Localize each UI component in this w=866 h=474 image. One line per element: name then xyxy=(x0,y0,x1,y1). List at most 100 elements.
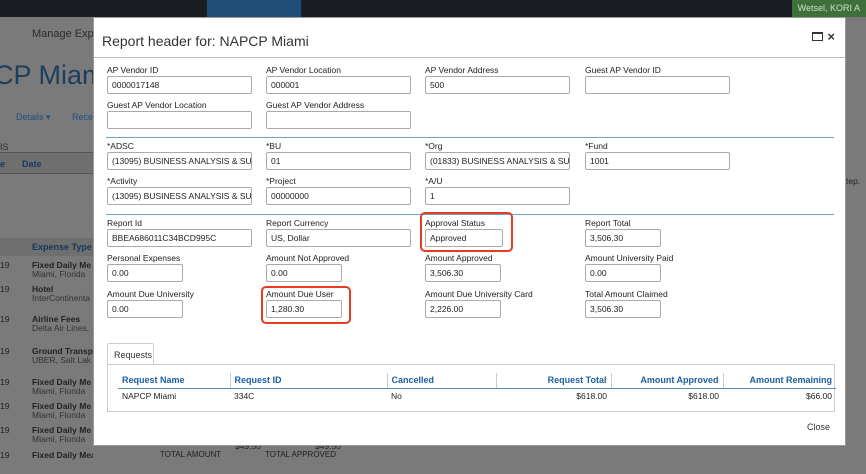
col-request-total[interactable]: Request Total xyxy=(496,373,612,389)
ap-vendor-location-input[interactable]: 000001 xyxy=(266,76,411,94)
cell-request-total: $618.00 xyxy=(576,391,607,402)
guest-ap-vendor-location-input[interactable] xyxy=(107,111,252,129)
maximize-icon[interactable] xyxy=(812,32,824,41)
row-location: Miami, Florida xyxy=(32,269,86,279)
close-icon[interactable]: × xyxy=(827,30,835,43)
bu-input[interactable]: 01 xyxy=(266,152,411,170)
total-amount-claimed-field: Total Amount Claimed 3,506.30 xyxy=(585,289,668,318)
col-amount-remaining[interactable]: Amount Remaining xyxy=(723,373,836,389)
guest-ap-vendor-address-field: Guest AP Vendor Address xyxy=(266,100,411,129)
au-field: *A/U 1 xyxy=(425,176,570,205)
field-label: *ADSC xyxy=(107,141,134,151)
field-label: Guest AP Vendor ID xyxy=(585,65,661,75)
expense-type-header: Expense Type xyxy=(0,238,93,256)
field-label: Amount Not Approved xyxy=(266,253,350,263)
amount-due-university-card-field: Amount Due University Card 2,226.00 xyxy=(425,289,533,318)
field-label: Amount Approved xyxy=(425,253,493,263)
ap-vendor-location-field: AP Vendor Location 000001 xyxy=(266,65,411,94)
section-label: IS xyxy=(0,142,9,152)
row-location: Miami, Florida xyxy=(32,386,86,396)
amount-university-paid-field: Amount University Paid 0.00 xyxy=(585,253,673,282)
cell-request-name: NAPCP Miami xyxy=(122,391,177,402)
field-label: Report Total xyxy=(585,218,631,228)
adsc-input[interactable]: (13095) BUSINESS ANALYSIS & SU xyxy=(107,152,252,170)
field-label: Guest AP Vendor Location xyxy=(107,100,207,110)
col-request-name[interactable]: Request Name xyxy=(118,373,231,389)
modal-header: Report header for: NAPCP Miami × xyxy=(94,18,845,58)
total-approved-label: TOTAL APPROVED xyxy=(265,450,336,459)
bu-field: *BU 01 xyxy=(266,141,411,170)
amount-not-approved-input[interactable]: 0.00 xyxy=(266,264,342,282)
table-row[interactable]: NAPCP Miami 334C No $618.00 $618.00 $66.… xyxy=(118,388,836,404)
row-date: 19 xyxy=(0,377,10,387)
field-label: AP Vendor Address xyxy=(425,65,499,75)
user-menu[interactable]: Wetsel, KORI A xyxy=(791,0,866,17)
field-label: Amount University Paid xyxy=(585,253,674,263)
amount-due-university-input[interactable]: 0.00 xyxy=(107,300,183,318)
cell-cancelled: No xyxy=(391,391,402,402)
amount-approved-input[interactable]: 3,506.30 xyxy=(425,264,501,282)
adsc-field: *ADSC (13095) BUSINESS ANALYSIS & SU xyxy=(107,141,252,170)
au-input[interactable]: 1 xyxy=(425,187,570,205)
column-date: Date xyxy=(22,159,42,169)
amount-due-university-field: Amount Due University 0.00 xyxy=(107,289,194,318)
field-label: AP Vendor ID xyxy=(107,65,159,75)
tab-requests-label: Requests xyxy=(114,350,153,360)
ap-vendor-id-field: AP Vendor ID 0000017148 xyxy=(107,65,252,94)
amount-approved-field: Amount Approved 3,506.30 xyxy=(425,253,501,282)
expense-table-header: e Date xyxy=(0,152,93,174)
active-nav-tab[interactable] xyxy=(207,0,301,17)
report-header-modal: Report header for: NAPCP Miami × AP Vend… xyxy=(93,17,846,446)
field-label: Amount Due University xyxy=(107,289,194,299)
guest-ap-vendor-id-input[interactable] xyxy=(585,76,730,94)
project-input[interactable]: 00000000 xyxy=(266,187,411,205)
report-id-input[interactable]: BBEA686011C34BCD995C xyxy=(107,229,252,247)
cell-amount-remaining: $66.00 xyxy=(806,391,832,402)
field-label: *A/U xyxy=(425,176,443,186)
col-request-id[interactable]: Request ID xyxy=(230,373,388,389)
personal-expenses-input[interactable]: 0.00 xyxy=(107,264,183,282)
section-divider xyxy=(106,137,834,138)
close-button[interactable]: Close xyxy=(807,422,830,432)
field-label: Guest AP Vendor Address xyxy=(266,100,365,110)
row-location: Miami, Florida xyxy=(32,410,86,420)
report-id-field: Report Id BBEA686011C34BCD995C xyxy=(107,218,252,247)
ap-vendor-id-input[interactable]: 0000017148 xyxy=(107,76,252,94)
details-menu[interactable]: Details ▾ xyxy=(16,112,51,123)
ap-vendor-address-input[interactable]: 500 xyxy=(425,76,570,94)
row-location: Miami, Florida xyxy=(32,434,86,444)
amount-due-university-card-input[interactable]: 2,226.00 xyxy=(425,300,501,318)
field-label: *Fund xyxy=(585,141,608,151)
field-label: Personal Expenses xyxy=(107,253,181,263)
right-column-fragment: tep. xyxy=(846,176,861,186)
row-location: Delta Air Lines, xyxy=(32,323,90,333)
tab-requests[interactable]: Requests xyxy=(107,343,154,365)
fund-input[interactable]: 1001 xyxy=(585,152,730,170)
manage-expenses-link[interactable]: Manage Expe xyxy=(32,28,100,40)
row-date: 19 xyxy=(0,425,10,435)
col-amount-approved[interactable]: Amount Approved xyxy=(611,373,724,389)
cell-request-id: 334C xyxy=(234,391,255,402)
org-input[interactable]: (01833) BUSINESS ANALYSIS & SU xyxy=(425,152,570,170)
report-currency-input[interactable]: US, Dollar xyxy=(266,229,411,247)
fund-field: *Fund 1001 xyxy=(585,141,730,170)
row-location: InterContinenta xyxy=(32,293,91,303)
requests-table: Request Name Request ID Cancelled Reques… xyxy=(118,373,836,404)
report-currency-field: Report Currency US, Dollar xyxy=(266,218,411,247)
row-date: 19 xyxy=(0,314,10,324)
col-cancelled[interactable]: Cancelled xyxy=(387,373,497,389)
cell-amount-approved: $618.00 xyxy=(688,391,719,402)
guest-ap-vendor-address-input[interactable] xyxy=(266,111,411,129)
field-label: Report Currency xyxy=(266,218,329,228)
total-amount-claimed-input[interactable]: 3,506.30 xyxy=(585,300,661,318)
amount-university-paid-input[interactable]: 0.00 xyxy=(585,264,661,282)
activity-input[interactable]: (13095) BUSINESS ANALYSIS & SU xyxy=(107,187,252,205)
personal-expenses-field: Personal Expenses 0.00 xyxy=(107,253,183,282)
amount-due-user-highlight xyxy=(261,286,351,324)
receipts-menu[interactable]: Rece xyxy=(72,112,93,122)
report-total-input[interactable]: 3,506.30 xyxy=(585,229,661,247)
field-label: *Activity xyxy=(107,176,138,186)
row-location: UBER, Salt Lak xyxy=(32,355,92,365)
field-label: AP Vendor Location xyxy=(266,65,341,75)
row-date: 19 xyxy=(0,450,10,460)
